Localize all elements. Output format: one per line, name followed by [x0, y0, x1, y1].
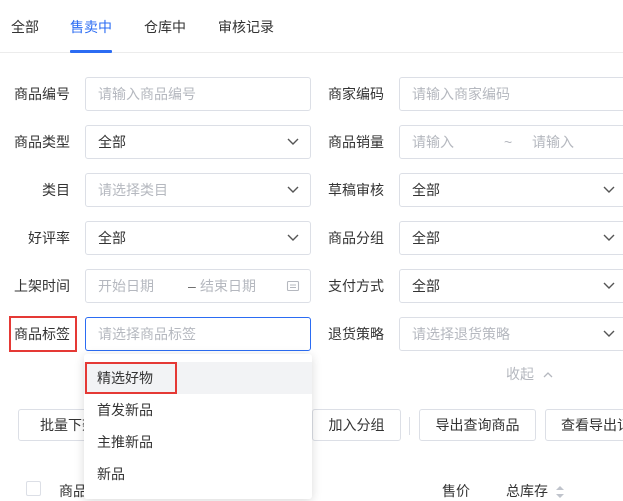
product-type-label: 商品类型	[14, 134, 70, 150]
rating-label: 好评率	[28, 230, 70, 246]
date-separator: –	[188, 278, 196, 294]
chevron-down-icon	[287, 138, 299, 145]
return-policy-label: 退货策略	[328, 326, 384, 342]
tab-on-sale[interactable]: 售卖中	[70, 17, 112, 37]
sales-volume-label: 商品销量	[328, 134, 384, 150]
listing-time-label: 上架时间	[14, 278, 70, 294]
product-group-select[interactable]: 全部	[399, 221, 623, 255]
merchant-code-input[interactable]: 请输入商家编码	[399, 77, 623, 111]
payment-method-select[interactable]: 全部	[399, 269, 623, 303]
draft-review-select[interactable]: 全部	[399, 173, 623, 207]
product-tag-select[interactable]: 请选择商品标签	[85, 317, 311, 351]
tag-option[interactable]: 首发新品	[84, 394, 312, 426]
chevron-up-icon	[543, 372, 553, 378]
listing-date-range: 开始日期 – 结束日期	[85, 269, 311, 303]
status-tabs: 全部 售卖中 仓库中 审核记录	[0, 0, 623, 53]
product-code-label: 商品编号	[14, 86, 70, 102]
product-group-label: 商品分组	[328, 230, 384, 246]
collapse-toggle[interactable]: 收起	[506, 364, 554, 384]
merchant-code-label: 商家编码	[328, 86, 384, 102]
chevron-down-icon	[603, 186, 615, 193]
sales-max-input[interactable]: 请输入	[532, 126, 574, 158]
end-date-input[interactable]: 结束日期	[200, 270, 256, 302]
view-export-button[interactable]: 查看导出记录	[545, 409, 623, 441]
chevron-down-icon	[603, 234, 615, 241]
rating-select[interactable]: 全部	[85, 221, 311, 255]
range-separator: ~	[504, 134, 513, 150]
export-query-button[interactable]: 导出查询商品	[419, 409, 536, 441]
tab-review-records[interactable]: 审核记录	[218, 17, 274, 37]
add-group-button[interactable]: 加入分组	[312, 409, 401, 441]
sort-icon	[555, 486, 564, 499]
column-header-stock[interactable]: 总库存	[506, 481, 565, 501]
category-select[interactable]: 请选择类目	[85, 173, 311, 207]
product-tag-label: 商品标签	[14, 326, 70, 342]
product-type-select[interactable]: 全部	[85, 125, 311, 159]
draft-review-label: 草稿审核	[328, 182, 384, 198]
sales-volume-range: 请输入 ~ 请输入	[399, 125, 623, 159]
chevron-down-icon	[287, 234, 299, 241]
tag-option[interactable]: 新品	[84, 458, 312, 490]
chevron-down-icon	[603, 330, 615, 337]
chevron-down-icon	[287, 186, 299, 193]
active-tab-indicator	[70, 50, 112, 53]
select-all-checkbox[interactable]	[26, 481, 41, 496]
calendar-icon	[286, 280, 300, 292]
tab-all[interactable]: 全部	[11, 17, 39, 37]
product-code-input[interactable]: 请输入商品编号	[85, 77, 311, 111]
start-date-input[interactable]: 开始日期	[98, 270, 154, 302]
chevron-down-icon	[603, 282, 615, 289]
tab-warehouse[interactable]: 仓库中	[144, 17, 186, 37]
return-policy-select[interactable]: 请选择退货策略	[399, 317, 623, 351]
payment-method-label: 支付方式	[328, 278, 384, 294]
column-header-product: 商品	[59, 483, 87, 499]
tag-option[interactable]: 主推新品	[84, 426, 312, 458]
highlight-box	[85, 362, 177, 394]
toolbar-divider	[409, 417, 410, 435]
column-header-price: 售价	[442, 483, 470, 499]
sales-min-input[interactable]: 请输入	[412, 126, 454, 158]
category-label: 类目	[42, 182, 70, 198]
